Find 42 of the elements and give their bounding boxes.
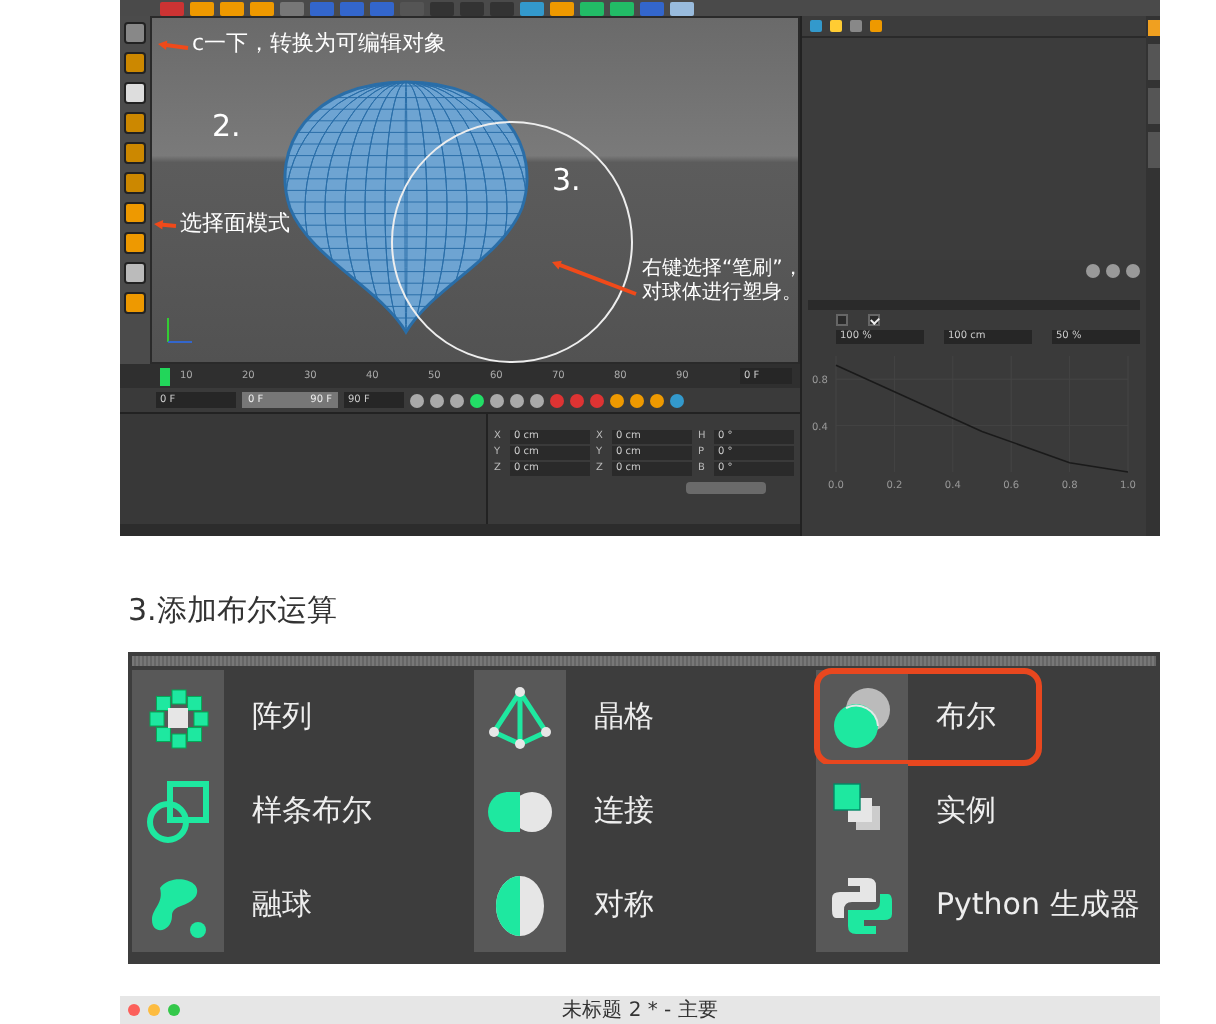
annotation-text: c一下，转换为可编辑对象 [192, 30, 447, 57]
annotation-arrow [158, 40, 189, 50]
menu-item[interactable]: 对称 [474, 858, 698, 952]
annotation-text: 选择面模式 [180, 210, 290, 237]
side-tab[interactable] [1147, 20, 1159, 36]
menu-item[interactable]: Python 生成器 [816, 858, 1184, 952]
window-title: 未标题 2 * - 主要 [562, 997, 718, 1024]
toolbar-button[interactable] [124, 262, 146, 284]
toolbar-button[interactable] [124, 292, 146, 314]
toolbar-button[interactable] [124, 52, 146, 74]
toolbar-button[interactable] [124, 232, 146, 254]
toolbar-button[interactable] [124, 142, 146, 164]
close-button[interactable] [128, 1004, 140, 1016]
annotation-text: 3. [552, 162, 581, 198]
annotation-arrow [154, 220, 177, 230]
3d-viewport[interactable]: c一下，转换为可编辑对象 2. 3. 选择面模式 右键选择“笔刷”， 对球体进行塑身。 [150, 16, 800, 364]
overlapping-spheres-icon [828, 683, 896, 751]
playhead[interactable] [160, 367, 170, 385]
zoom-button[interactable] [168, 1004, 180, 1016]
toolbar-button[interactable] [124, 202, 146, 224]
section-heading: 3.添加布尔运算 [128, 592, 339, 632]
square-and-circle-icon [144, 777, 212, 845]
toolbar-button[interactable] [124, 172, 146, 194]
menu-item[interactable]: 样条布尔 [132, 764, 416, 858]
checkbox[interactable] [836, 314, 848, 326]
menu-grip[interactable] [128, 652, 1160, 670]
toolbar-button[interactable] [124, 82, 146, 104]
axis-gizmo [167, 317, 193, 343]
minimize-button[interactable] [148, 1004, 160, 1016]
menu-item[interactable]: 阵列 [132, 670, 356, 764]
menu-item[interactable]: 实例 [816, 764, 1040, 858]
annotation-text: 右键选择“笔刷”， 对球体进行塑身。 [642, 258, 803, 306]
menu-item[interactable]: 连接 [474, 764, 698, 858]
annotation-text: 2. [212, 108, 241, 144]
toolbar-button[interactable] [124, 112, 146, 134]
checkbox[interactable] [868, 314, 880, 326]
menu-item[interactable]: 布尔 [816, 670, 1040, 764]
menu-item[interactable]: 融球 [132, 858, 356, 952]
menu-item[interactable]: 晶格 [474, 670, 698, 764]
cube-ring-icon [144, 683, 212, 751]
pyramid-lattice-icon [486, 683, 554, 751]
annotation-arrow [552, 260, 637, 296]
